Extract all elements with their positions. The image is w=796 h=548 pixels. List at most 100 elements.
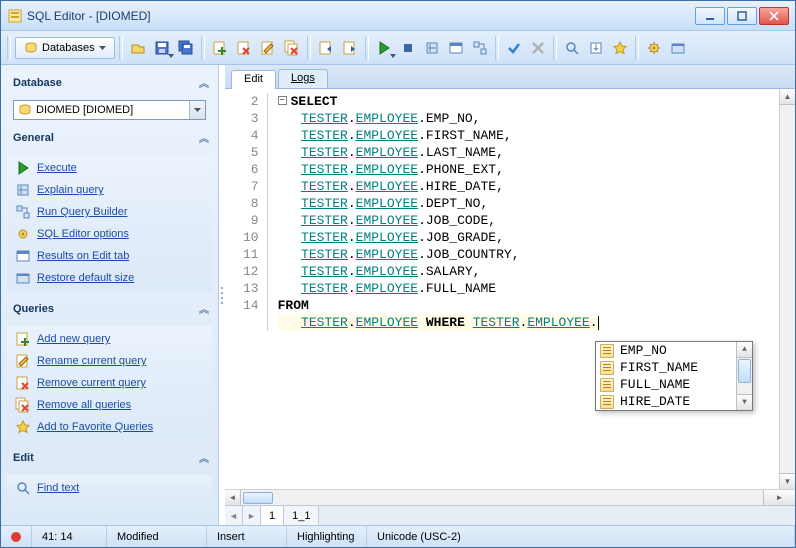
open-button[interactable] — [127, 37, 149, 59]
rename-query-button[interactable] — [257, 37, 279, 59]
autocomplete-popup[interactable]: EMP_NOFIRST_NAMEFULL_NAMEHIRE_DATE ▲ ▼ — [595, 341, 753, 411]
remove-all-icon — [15, 397, 31, 413]
scroll-left-button[interactable]: ◄ — [225, 490, 241, 505]
find-action[interactable]: Find text — [7, 477, 212, 499]
line-gutter: 234567891011121314 — [225, 93, 268, 331]
results-action[interactable]: Results on Edit tab — [7, 245, 212, 267]
query-tab-2[interactable]: 1_1 — [284, 506, 319, 525]
status-encoding: Unicode (USC-2) — [367, 526, 795, 547]
builder-action[interactable]: Run Query Builder — [7, 201, 212, 223]
execute-action[interactable]: Execute — [7, 157, 212, 179]
window-controls — [695, 7, 789, 25]
tab-scroll-left[interactable]: ◄ — [225, 506, 243, 525]
next-query-button[interactable] — [339, 37, 361, 59]
tab-logs[interactable]: Logs — [278, 69, 328, 88]
options-button[interactable] — [643, 37, 665, 59]
explain-button[interactable] — [421, 37, 443, 59]
edit-section-header[interactable]: Edit ︽ — [7, 446, 212, 469]
column-icon — [600, 378, 614, 392]
save-all-button[interactable] — [175, 37, 197, 59]
autocomplete-item[interactable]: FULL_NAME — [596, 376, 736, 393]
options-action[interactable]: SQL Editor options — [7, 223, 212, 245]
explain-action[interactable]: Explain query — [7, 179, 212, 201]
remove-all-action[interactable]: Remove all queries — [7, 394, 212, 416]
scroll-thumb[interactable] — [243, 492, 273, 504]
maximize-button[interactable] — [727, 7, 757, 25]
databases-dropdown[interactable]: Databases — [15, 37, 115, 59]
status-highlight: Highlighting — [287, 526, 367, 547]
favorites-button[interactable] — [609, 37, 631, 59]
collapse-icon: ︽ — [199, 450, 206, 465]
database-icon — [18, 103, 32, 117]
minimize-button[interactable] — [695, 7, 725, 25]
chevron-down-icon — [99, 46, 106, 50]
scroll-up-button[interactable]: ▲ — [737, 342, 752, 358]
queries-section: Add new query Rename current query Remov… — [7, 326, 212, 440]
rename-query-action[interactable]: Rename current query — [7, 350, 212, 372]
main-panel: Edit Logs 234567891011121314 −SELECT TES… — [225, 65, 795, 525]
remove-query-action[interactable]: Remove current query — [7, 372, 212, 394]
autocomplete-item[interactable]: HIRE_DATE — [596, 393, 736, 410]
query-tab-1[interactable]: 1 — [261, 506, 284, 525]
results-button[interactable] — [445, 37, 467, 59]
window-title: SQL Editor - [DIOMED] — [27, 9, 695, 23]
horizontal-scrollbar[interactable]: ◄ ► — [225, 489, 795, 505]
autocomplete-scrollbar[interactable]: ▲ ▼ — [736, 342, 752, 410]
editor-tabs: Edit Logs — [225, 65, 795, 89]
execute-button[interactable] — [373, 37, 395, 59]
code-area[interactable]: −SELECT TESTER.EMPLOYEE.EMP_NO, TESTER.E… — [268, 93, 609, 331]
tab-scroll-right[interactable]: ► — [243, 506, 261, 525]
results-icon — [15, 248, 31, 264]
tab-edit[interactable]: Edit — [231, 70, 276, 89]
prev-query-button[interactable] — [315, 37, 337, 59]
status-insert: Insert — [207, 526, 287, 547]
body: Database ︽ General ︽ Execute Explain que… — [1, 65, 795, 525]
stop-button[interactable] — [397, 37, 419, 59]
collapse-icon: ︽ — [199, 75, 206, 90]
add-query-button[interactable] — [209, 37, 231, 59]
export-button[interactable] — [585, 37, 607, 59]
builder-icon — [15, 204, 31, 220]
remove-query-button[interactable] — [233, 37, 255, 59]
autocomplete-item[interactable]: EMP_NO — [596, 342, 736, 359]
add-icon — [15, 331, 31, 347]
scroll-down-button[interactable]: ▼ — [737, 394, 752, 410]
search-icon — [15, 480, 31, 496]
status-bar: 41: 14 Modified Insert Highlighting Unic… — [1, 525, 795, 547]
autocomplete-item[interactable]: FIRST_NAME — [596, 359, 736, 376]
main-toolbar: Databases — [1, 31, 795, 65]
favorite-action[interactable]: Add to Favorite Queries — [7, 416, 212, 438]
gear-icon — [15, 226, 31, 242]
close-button[interactable] — [759, 7, 789, 25]
queries-section-header[interactable]: Queries ︽ — [7, 297, 212, 320]
vertical-scrollbar[interactable]: ▲ ▼ — [779, 89, 795, 489]
rollback-button[interactable] — [527, 37, 549, 59]
general-section: Execute Explain query Run Query Builder … — [7, 155, 212, 291]
record-dot-icon — [11, 532, 21, 542]
remove-all-button[interactable] — [281, 37, 303, 59]
scroll-right-button[interactable]: ► — [763, 490, 795, 505]
commit-button[interactable] — [503, 37, 525, 59]
dropdown-arrow-icon[interactable] — [189, 101, 205, 119]
database-section-header[interactable]: Database ︽ — [7, 71, 212, 94]
code-editor[interactable]: 234567891011121314 −SELECT TESTER.EMPLOY… — [225, 89, 795, 489]
rename-icon — [15, 353, 31, 369]
app-icon — [7, 8, 23, 24]
find-button[interactable] — [561, 37, 583, 59]
restore-action[interactable]: Restore default size — [7, 267, 212, 289]
database-icon — [24, 41, 38, 55]
scroll-up-button[interactable]: ▲ — [780, 89, 795, 105]
play-icon — [15, 160, 31, 176]
scroll-thumb[interactable] — [738, 359, 751, 383]
save-button[interactable] — [151, 37, 173, 59]
general-section-header[interactable]: General ︽ — [7, 126, 212, 149]
scroll-down-button[interactable]: ▼ — [780, 473, 795, 489]
database-value[interactable] — [36, 104, 189, 116]
add-query-action[interactable]: Add new query — [7, 328, 212, 350]
column-icon — [600, 361, 614, 375]
restore-size-button[interactable] — [667, 37, 689, 59]
column-icon — [600, 395, 614, 409]
database-select[interactable] — [13, 100, 206, 120]
builder-button[interactable] — [469, 37, 491, 59]
toolbar-grip — [7, 36, 11, 60]
